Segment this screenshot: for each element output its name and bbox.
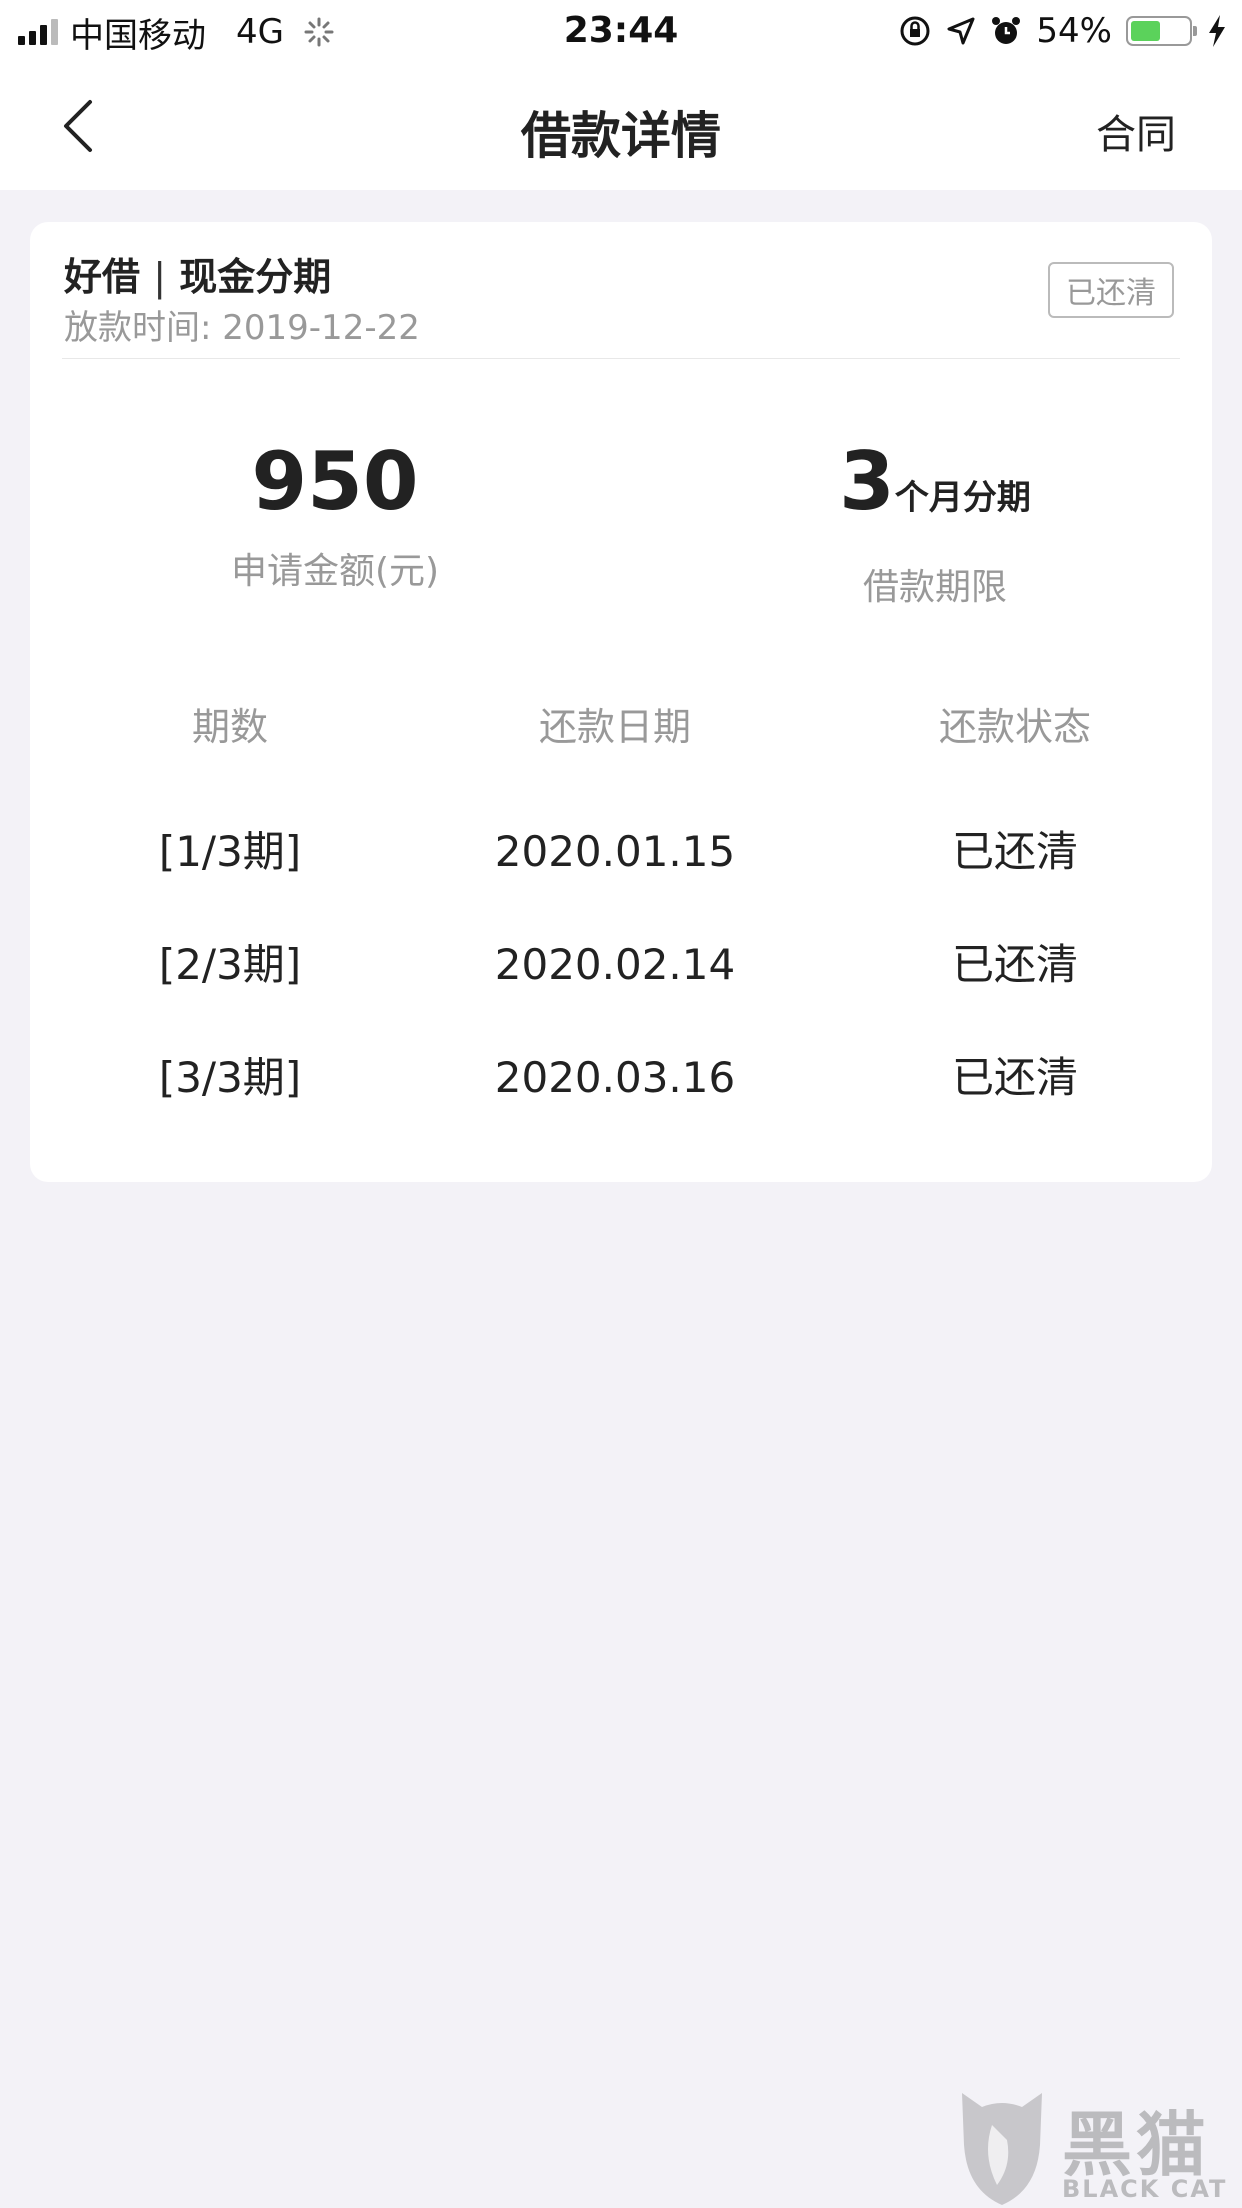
amount-summary: 950 申请金额(元) [135,432,535,594]
contract-button[interactable]: 合同 [1096,102,1176,160]
term-label: 借款期限 [862,567,1007,608]
term-unit: 个月分期 [894,478,1031,518]
loan-product-title: 好借 | 现金分期 [64,246,331,301]
orientation-lock-icon [900,16,930,46]
nav-bar: 借款详情 合同 [0,62,1242,190]
status-bar: 中国移动 4G 23:44 54% [0,0,1242,62]
status-badge: 已还清 [1048,262,1174,318]
header-date: 还款日期 [538,705,691,749]
repayment-table: 期数 还款日期 还款状态 [1/3期] 2020.01.15 已还清 [2/3期… [30,692,1212,1156]
divider [62,358,1180,359]
term-summary: 3个月分期 借款期限 [735,432,1135,610]
watermark-logo: 黑猫 BLACK CAT [952,2085,1242,2208]
amount-label: 申请金额(元) [230,551,440,592]
loan-type: 现金分期 [179,255,332,299]
status-bar-right: 54% [898,10,1228,52]
table-row: [3/3期] 2020.03.16 已还清 [30,1043,1212,1156]
location-arrow-icon [947,17,975,45]
charging-bolt-icon [1209,15,1225,47]
term-value-wrap: 3个月分期 [735,432,1135,548]
loan-detail-card: 好借 | 现金分期 放款时间: 2019-12-22 已还清 950 申请金额(… [30,222,1212,1182]
alarm-icon [992,17,1021,44]
cat-logo-icon [962,2093,1042,2205]
disburse-date: 2019-12-22 [222,308,420,348]
product-name: 好借 [64,255,141,299]
row-date: 2020.01.15 [494,827,736,876]
battery-icon [1126,16,1197,46]
disburse-label: 放款时间: [64,308,223,348]
disburse-time: 放款时间: 2019-12-22 [64,300,420,349]
row-date: 2020.02.14 [494,940,736,989]
amount-value: 950 [251,435,419,528]
row-status: 已还清 [951,827,1078,876]
row-period: [2/3期] [158,940,302,989]
header-status: 还款状态 [938,705,1091,749]
row-period: [1/3期] [158,827,302,876]
row-status: 已还清 [951,940,1078,989]
loan-summary: 950 申请金额(元) 3个月分期 借款期限 [30,432,1212,632]
row-date: 2020.03.16 [494,1053,736,1102]
title-separator: | [153,255,167,299]
table-header: 期数 还款日期 还款状态 [30,692,1212,817]
table-row: [2/3期] 2020.02.14 已还清 [30,930,1212,1043]
page-title: 借款详情 [521,107,721,165]
header-period: 期数 [191,705,268,749]
row-status: 已还清 [951,1053,1078,1102]
table-row: [1/3期] 2020.01.15 已还清 [30,817,1212,930]
term-value: 3 [839,435,895,528]
battery-percent: 54% [1036,11,1112,51]
watermark-en: BLACK CAT [1062,2175,1228,2203]
row-period: [3/3期] [158,1053,302,1102]
